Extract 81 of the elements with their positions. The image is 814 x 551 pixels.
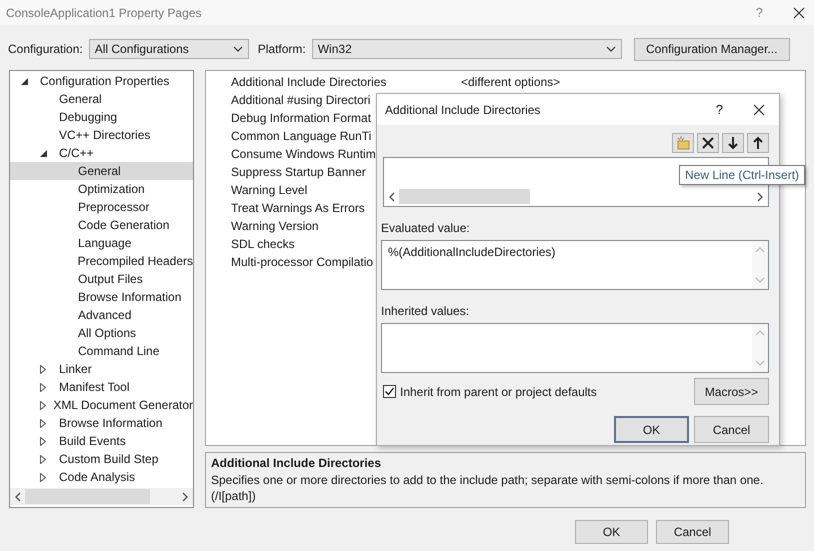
tree-item[interactable]: Language	[10, 234, 193, 252]
tree-item[interactable]: Precompiled Headers	[10, 252, 193, 270]
inherited-label: Inherited values:	[381, 304, 470, 320]
tree-item[interactable]: Preprocessor	[10, 198, 193, 216]
property-name: Warning Version	[231, 219, 319, 233]
checkbox[interactable]	[383, 385, 396, 398]
chevron-right-icon[interactable]	[182, 492, 188, 502]
description-text: Specifies one or more directories to add to the include path; separate with semi-colons if more than one.	[211, 472, 764, 488]
checkbox-label: Inherit from parent or project defaults	[400, 384, 598, 398]
collapsed-triangle-icon[interactable]	[40, 382, 46, 392]
chevron-left-icon[interactable]	[389, 192, 395, 202]
tree-item[interactable]: General	[10, 90, 193, 108]
platform-dropdown[interactable]: Win32	[312, 39, 622, 59]
tooltip: New Line (Ctrl-Insert)	[679, 165, 806, 185]
tree-item[interactable]: XML Document Generator	[10, 396, 193, 414]
configuration-dropdown[interactable]: All Configurations	[88, 39, 249, 59]
dialog-title: Additional Include Directories	[385, 102, 542, 116]
ok-button[interactable]: OK	[614, 416, 689, 443]
property-name: Treat Warnings As Errors	[231, 201, 365, 215]
tree-item[interactable]: VC++ Directories	[10, 126, 193, 144]
tree-item[interactable]: Browse Information	[10, 414, 193, 432]
collapsed-triangle-icon[interactable]	[40, 364, 46, 374]
tree-item[interactable]: Manifest Tool	[10, 378, 193, 396]
close-icon[interactable]	[793, 6, 805, 18]
property-value: <different options>	[461, 75, 560, 89]
cancel-button[interactable]: Cancel	[656, 520, 729, 544]
tree-item[interactable]: All Options	[10, 324, 193, 342]
chevron-down-icon	[232, 46, 243, 52]
tree-item[interactable]: Custom Build Step	[10, 450, 193, 468]
property-name: Consume Windows Runtim	[231, 147, 376, 161]
description-title: Additional Include Directories	[211, 455, 382, 472]
collapsed-triangle-icon[interactable]	[40, 418, 46, 428]
tree-item[interactable]: Browse Information	[10, 288, 193, 306]
configuration-manager-button[interactable]: Configuration Manager...	[634, 38, 790, 60]
arrow-up-button[interactable]	[747, 133, 769, 153]
tree-item[interactable]: Debugging	[10, 108, 193, 126]
tree-item[interactable]: C/C++	[10, 144, 193, 162]
checkmark-icon	[384, 386, 395, 397]
tree-item[interactable]: Command Line	[10, 342, 193, 360]
expanded-triangle-icon[interactable]	[40, 150, 47, 156]
help-button[interactable]: ?	[716, 102, 723, 117]
chevron-right-icon[interactable]	[757, 192, 763, 202]
collapsed-triangle-icon[interactable]	[40, 472, 46, 482]
property-name: Common Language RunTi	[231, 129, 372, 143]
property-name: SDL checks	[231, 237, 295, 251]
collapsed-triangle-icon[interactable]	[40, 400, 46, 410]
evaluated-label: Evaluated value:	[381, 221, 471, 237]
macros-button[interactable]: Macros>>	[694, 378, 769, 405]
evaluated-value: %(AdditionalIncludeDirectories)	[387, 244, 556, 261]
window-title: ConsoleApplication1 Property Pages	[6, 6, 202, 20]
horizontal-scrollbar[interactable]	[10, 488, 193, 505]
tree-item[interactable]: Optimization	[10, 180, 193, 198]
option-syntax: (/I[path])	[211, 489, 256, 503]
new-folder-icon	[675, 135, 691, 151]
expanded-triangle-icon[interactable]	[21, 78, 28, 84]
collapsed-triangle-icon[interactable]	[40, 436, 46, 446]
tree-item[interactable]: Linker	[10, 360, 193, 378]
arrow-down-button[interactable]	[722, 133, 744, 153]
property-name: Multi-processor Compilatio	[231, 255, 374, 269]
tree-item[interactable]: Advanced	[10, 306, 193, 324]
property-name: Warning Level	[231, 183, 308, 197]
property-name: Additional #using Directori	[231, 93, 370, 107]
chevron-down-icon	[606, 46, 616, 52]
close-icon[interactable]	[753, 104, 765, 116]
tree-item[interactable]: Build Events	[10, 432, 193, 450]
cancel-button[interactable]: Cancel	[694, 416, 769, 443]
property-name: Debug Information Format	[231, 111, 372, 125]
chevron-left-icon[interactable]	[15, 492, 21, 502]
tree-item[interactable]: Output Files	[10, 270, 193, 288]
delete-icon	[700, 135, 716, 151]
tree-item[interactable]: Code Generation	[10, 216, 193, 234]
platform-label: Platform:	[258, 42, 306, 56]
property-name: Suppress Startup Banner	[231, 165, 366, 179]
property-name: Additional Include Directories	[231, 75, 386, 89]
tree-item[interactable]: Code Analysis	[10, 468, 193, 486]
tree-item[interactable]: Configuration Properties	[10, 72, 193, 90]
collapsed-triangle-icon[interactable]	[40, 454, 46, 464]
tree-item[interactable]: General	[10, 162, 193, 180]
delete-button[interactable]	[697, 133, 719, 153]
configuration-label: Configuration:	[8, 42, 83, 56]
ok-button[interactable]: OK	[575, 520, 648, 544]
